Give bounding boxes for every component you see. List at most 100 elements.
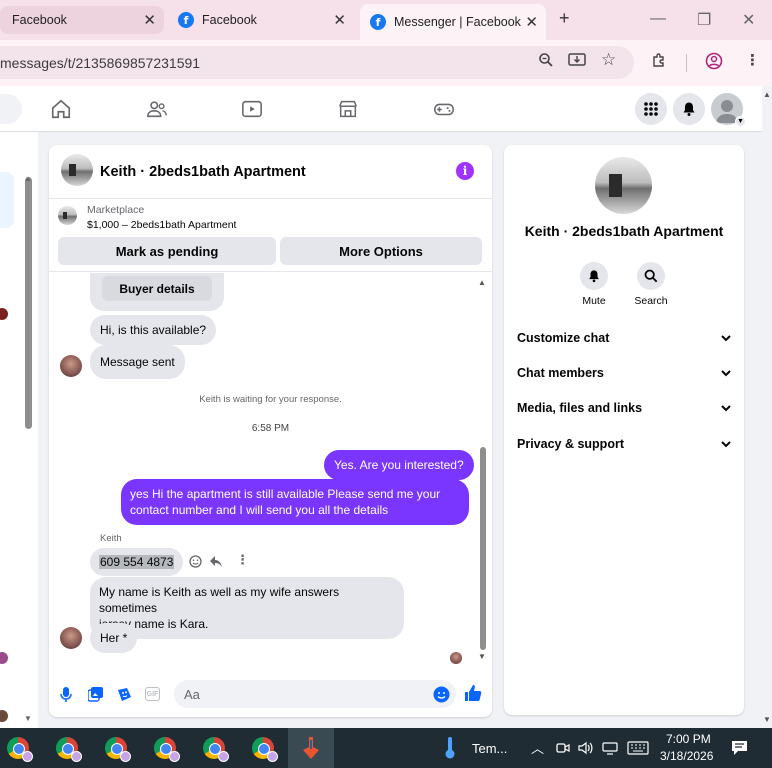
info-icon[interactable]: i <box>456 162 474 180</box>
close-icon[interactable]: ✕ <box>525 13 538 31</box>
install-app-icon[interactable] <box>568 52 586 68</box>
friends-icon[interactable] <box>146 98 168 120</box>
mute-label: Mute <box>582 295 606 307</box>
incoming-message[interactable]: 609 554 4873 <box>90 548 184 576</box>
chrome-profile-icon[interactable] <box>154 737 180 762</box>
incoming-message[interactable]: My name is Keith as well as my wife answ… <box>90 577 404 639</box>
microphone-icon[interactable] <box>60 687 72 703</box>
page-scrollbar[interactable]: ▲ ▼ <box>762 86 772 726</box>
chrome-profile-icon[interactable] <box>105 737 131 762</box>
browser-tab-1[interactable]: Facebook ✕ <box>0 6 164 34</box>
listing-thumbnail[interactable] <box>58 206 77 225</box>
more-actions-icon[interactable]: ⋮ <box>236 552 249 568</box>
notifications-button[interactable] <box>673 93 705 125</box>
message-input[interactable]: Aa <box>174 680 456 708</box>
chrome-profile-icon[interactable] <box>203 737 229 762</box>
emoji-icon[interactable] <box>433 686 450 703</box>
minimize-icon[interactable]: — <box>650 10 666 28</box>
notification-center-icon[interactable] <box>731 740 748 756</box>
section-media-files-links[interactable]: Media, files and links <box>517 401 731 415</box>
outgoing-message[interactable]: Yes. Are you interested? <box>324 450 474 480</box>
clock-time[interactable]: 7:00 PM <box>666 732 711 746</box>
scroll-up-icon[interactable]: ▲ <box>763 90 771 99</box>
avatar[interactable] <box>0 652 8 664</box>
zoom-icon[interactable] <box>538 52 554 68</box>
clock-date[interactable]: 3/18/2026 <box>660 749 713 763</box>
incoming-message[interactable]: Hi, is this available? <box>90 315 217 345</box>
message-line: yes Hi the apartment is still available … <box>130 487 441 501</box>
thermometer-icon[interactable] <box>444 736 456 760</box>
selected-conversation[interactable] <box>0 172 14 228</box>
watch-icon[interactable] <box>241 98 263 120</box>
profile-icon[interactable] <box>705 52 723 70</box>
extensions-icon[interactable] <box>651 52 668 69</box>
sticker-icon[interactable] <box>117 687 132 702</box>
incoming-message[interactable]: Message sent <box>90 345 185 379</box>
avatar[interactable] <box>61 154 93 186</box>
avatar[interactable] <box>595 157 652 214</box>
chrome-profile-icon[interactable] <box>7 737 33 762</box>
network-icon[interactable] <box>602 741 618 755</box>
chrome-profile-icon[interactable] <box>56 737 82 762</box>
outgoing-message[interactable]: yes Hi the apartment is still available … <box>121 479 469 525</box>
close-icon[interactable]: ✕ <box>143 11 156 29</box>
info-name: Keith · 2beds1bath Apartment <box>524 223 724 239</box>
more-options-button[interactable]: More Options <box>280 237 482 265</box>
section-label: Privacy & support <box>517 437 624 451</box>
header-search-stub[interactable] <box>0 94 22 124</box>
mute-button[interactable]: Mute <box>569 262 619 307</box>
gif-icon[interactable]: GIF <box>145 687 160 701</box>
new-tab-icon[interactable]: + <box>559 8 570 29</box>
browser-tab-2[interactable]: f Facebook ✕ <box>168 6 354 34</box>
taskbar: Tem... ︿ 7:00 PM 3/18/2026 <box>0 728 772 768</box>
more-menu-icon[interactable]: ⋮ <box>745 51 760 69</box>
avatar[interactable] <box>60 355 82 377</box>
weather-text[interactable]: Tem... <box>472 741 507 756</box>
tab-label: Facebook <box>12 13 67 27</box>
section-label: Customize chat <box>517 331 610 345</box>
incoming-message[interactable]: Her * <box>90 623 138 653</box>
conversation-scroll-thumb[interactable] <box>25 177 32 429</box>
react-emoji-icon[interactable] <box>189 555 202 568</box>
volume-icon[interactable] <box>578 741 594 755</box>
window-close-icon[interactable]: ✕ <box>742 10 755 30</box>
menu-button[interactable] <box>635 93 667 125</box>
thumbs-up-icon[interactable] <box>464 684 482 702</box>
close-icon[interactable]: ✕ <box>333 11 346 29</box>
scroll-up-icon[interactable]: ▲ <box>478 278 486 287</box>
chevron-up-icon[interactable]: ︿ <box>531 738 544 757</box>
chrome-profile-icon[interactable] <box>252 737 278 762</box>
search-icon <box>644 269 658 283</box>
meet-icon[interactable] <box>556 741 570 755</box>
home-icon[interactable] <box>50 98 72 120</box>
marketplace-banner: Marketplace $1,000 – 2beds1bath Apartmen… <box>49 200 492 272</box>
avatar[interactable] <box>60 627 82 649</box>
search-button[interactable]: Search <box>626 262 676 307</box>
restore-icon[interactable]: ❐ <box>697 10 711 30</box>
avatar[interactable] <box>0 710 8 722</box>
buyer-details-button[interactable]: Buyer details <box>102 276 212 301</box>
browser-tab-3[interactable]: f Messenger | Facebook ✕ <box>360 4 546 40</box>
bookmark-star-icon[interactable]: ☆ <box>601 50 616 70</box>
marketplace-icon[interactable] <box>337 98 359 120</box>
scroll-up-icon[interactable]: ▲ <box>24 174 32 183</box>
gaming-icon[interactable] <box>432 98 456 120</box>
scroll-down-icon[interactable]: ▼ <box>478 652 486 661</box>
chat-info-panel: Keith · 2beds1bath Apartment Mute Search… <box>504 145 744 715</box>
listing-price[interactable]: $1,000 – 2beds1bath Apartment <box>87 219 236 231</box>
mark-as-pending-button[interactable]: Mark as pending <box>58 237 276 265</box>
photo-icon[interactable] <box>88 687 103 702</box>
avatar[interactable] <box>0 308 8 320</box>
active-app-slot[interactable] <box>288 728 334 768</box>
scroll-down-icon[interactable]: ▼ <box>763 715 771 724</box>
reply-icon[interactable] <box>209 555 223 568</box>
section-privacy-support[interactable]: Privacy & support <box>517 437 731 451</box>
selected-text: 609 554 4873 <box>99 555 175 569</box>
keyboard-icon[interactable] <box>627 741 649 755</box>
scroll-down-icon[interactable]: ▼ <box>24 714 32 723</box>
section-chat-members[interactable]: Chat members <box>517 366 731 380</box>
chevron-down-icon <box>721 334 731 341</box>
section-customize-chat[interactable]: Customize chat <box>517 331 731 345</box>
chat-title[interactable]: Keith · 2beds1bath Apartment <box>100 164 306 180</box>
chat-scroll-thumb[interactable] <box>480 447 486 650</box>
